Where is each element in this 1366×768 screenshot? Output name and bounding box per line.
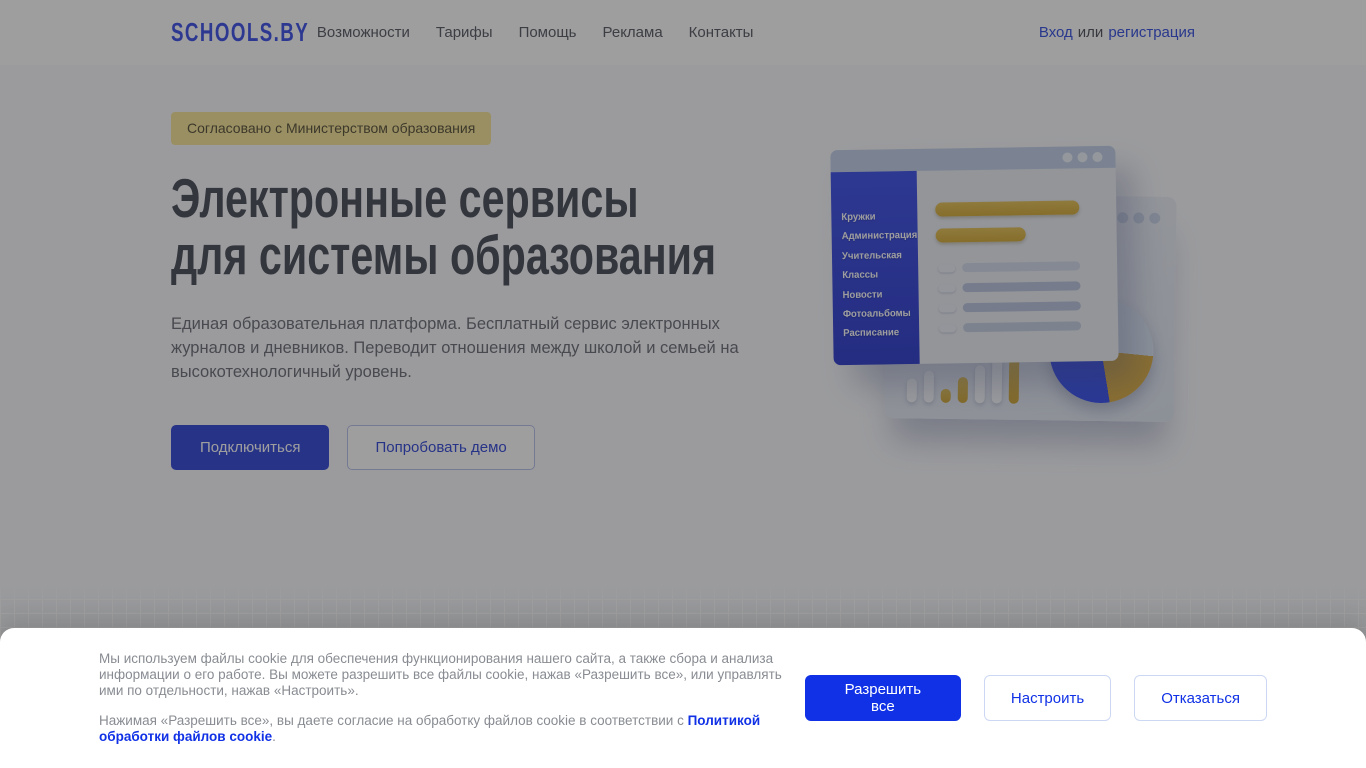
cookie-paragraph-2-suffix: . [272,729,276,744]
cookie-banner: Мы используем файлы cookie для обеспечен… [0,628,1366,768]
cookie-buttons: Разрешить все Настроить Отказаться [804,675,1267,721]
cookie-paragraph-1: Мы используем файлы cookie для обеспечен… [99,651,782,698]
cookie-paragraph-2-prefix: Нажимая «Разрешить все», вы даете соглас… [99,713,688,728]
cookie-paragraph-2: Нажимая «Разрешить все», вы даете соглас… [99,713,805,745]
allow-all-cookies-button[interactable]: Разрешить все [804,675,961,721]
decline-cookies-button[interactable]: Отказаться [1134,675,1267,721]
cookie-text-block: Мы используем файлы cookie для обеспечен… [99,651,805,745]
configure-cookies-button[interactable]: Настроить [983,675,1112,721]
